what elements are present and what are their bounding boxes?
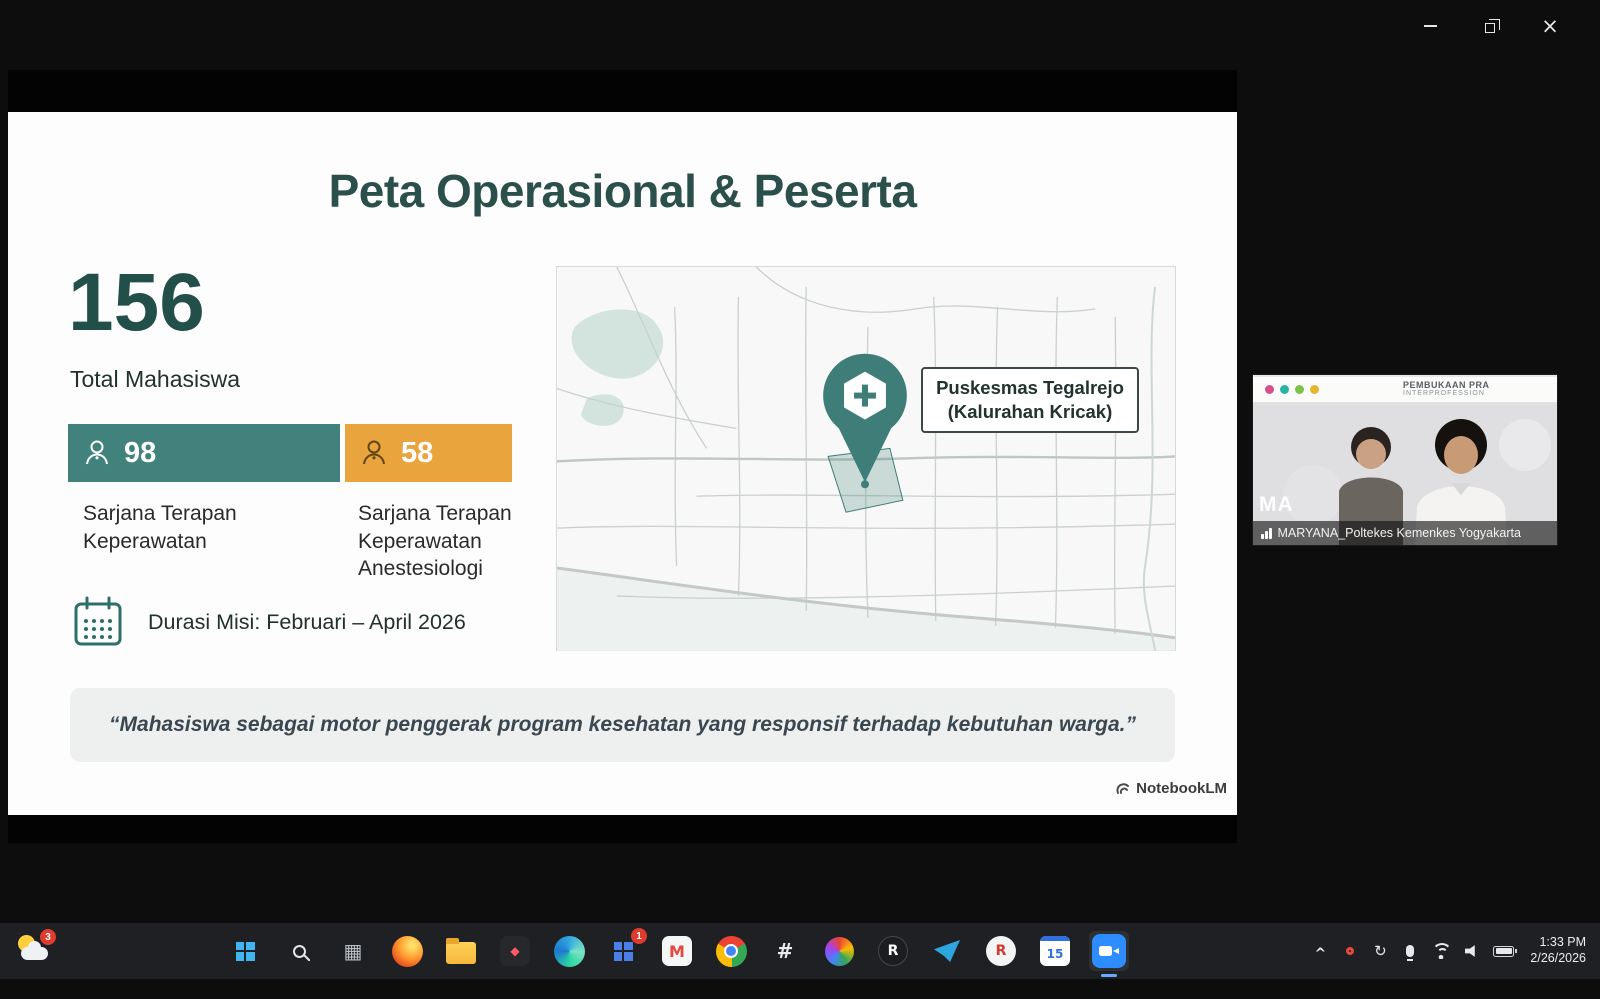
telegram-icon[interactable] [927,931,967,971]
notebooklm-icon [1115,781,1131,797]
cloud-icon [21,947,48,960]
r-app-icon[interactable]: R [981,931,1021,971]
nurse-icon [82,438,112,468]
search-button[interactable] [279,931,319,971]
zoom-app-icon[interactable] [1089,931,1129,971]
calendar-icon [70,594,126,650]
backdrop-text-line1: PEMBUKAAN PRA [1403,380,1490,390]
participant-name-bar: MARYANA_Poltekes Kemenkes Yogyakarta [1253,521,1557,545]
start-button[interactable] [225,931,265,971]
widgets-badge: 3 [40,929,56,945]
app-window-icon-glyph: ▦ [338,936,368,966]
chrome-icon[interactable] [711,931,751,971]
dev-app-icon-glyph: ◆ [500,936,530,966]
anesthesiology-icon [359,438,389,468]
duration-label: Durasi Misi: Februari – April 2026 [148,610,466,635]
stat-box-keperawatan: 98 [68,424,340,482]
hash-app-icon[interactable]: # [765,931,805,971]
edge-icon[interactable] [549,931,589,971]
rstudio-icon[interactable]: R [873,931,913,971]
gmail-icon-glyph: M [662,936,692,966]
tray-volume-icon[interactable] [1463,939,1481,963]
tray-battery-icon[interactable] [1493,939,1514,963]
colorful-app-icon[interactable] [819,931,859,971]
minimize-icon [1424,25,1437,27]
close-icon: × [1541,16,1559,37]
microsoft-app-icon[interactable]: 1 [603,931,643,971]
tray-sync-icon-glyph: ↻ [1374,942,1387,960]
hash-app-icon-glyph: # [770,936,800,966]
duration-row: Durasi Misi: Februari – April 2026 [70,594,466,650]
taskbar-tray: ^↻ 1:33 PM 2/26/2026 [1311,923,1586,979]
total-students-number: 156 [68,262,205,344]
notebooklm-brand: NotebookLM [1115,780,1227,797]
slide-title: Peta Operasional & Peserta [8,164,1237,218]
tray-mic-icon[interactable] [1401,939,1419,963]
shared-screen: Peta Operasional & Peserta 156 Total Mah… [8,70,1237,843]
window-controls: × [1414,12,1566,40]
backdrop-text-line2: INTERPROFESSION [1403,390,1490,397]
stat-label-anestesiologi: Sarjana Terapan Keperawatan Anestesiolog… [358,500,528,583]
taskbar: 3 ▦◆1M#RR15 ^↻ 1:33 PM 2/26/2026 [0,923,1600,979]
map-pin-title: Puskesmas Tegalrejo [933,376,1127,400]
taskbar-center: ▦ ◆ 1M # R R 15 [225,931,1129,971]
map-pin-label: Puskesmas Tegalrejo (Kalurahan Kricak) [921,367,1139,433]
clock-time: 1:33 PM [1539,935,1586,951]
stat-value-anestesiologi: 58 [401,437,433,470]
tray-wifi-icon[interactable] [1431,939,1451,963]
tray-chevron-icon[interactable]: ^ [1311,939,1329,963]
quote-text: “Mahasiswa sebagai motor penggerak progr… [109,713,1136,737]
stat-value-keperawatan: 98 [124,437,156,470]
widgets-weather-button[interactable]: 3 [12,930,60,972]
audio-signal-icon [1261,527,1272,539]
tray-chevron-icon-glyph: ^ [1315,946,1327,962]
map-pin-subtitle: (Kalurahan Kricak) [933,400,1127,424]
tray-record-icon[interactable] [1341,939,1359,963]
restore-icon [1485,23,1495,33]
notebooklm-label: NotebookLM [1136,780,1227,797]
dev-app-icon[interactable]: ◆ [495,931,535,971]
taskbar-tray-icons: ^↻ [1311,939,1514,963]
app-window-icon[interactable]: ▦ [333,931,373,971]
participant-video-tile[interactable]: PEMBUKAAN PRA INTERPROFESSION MA MARYANA… [1253,375,1557,545]
minimize-button[interactable] [1414,12,1446,40]
gmail-icon[interactable]: M [657,931,697,971]
stat-label-keperawatan: Sarjana Terapan Keperawatan [83,500,293,555]
firefox-icon[interactable] [387,931,427,971]
presentation-slide: Peta Operasional & Peserta 156 Total Mah… [8,112,1237,815]
clock-date: 2/26/2026 [1530,951,1586,967]
backdrop-logos [1265,385,1319,394]
close-button[interactable]: × [1534,12,1566,40]
total-students-label: Total Mahasiswa [70,366,240,393]
quote-bar: “Mahasiswa sebagai motor penggerak progr… [70,688,1175,762]
rstudio-icon-glyph: R [878,936,908,966]
stat-box-anestesiologi: 58 [345,424,512,482]
video-watermark-text: MA [1259,493,1294,517]
taskbar-clock[interactable]: 1:33 PM 2/26/2026 [1526,935,1586,966]
participant-name: MARYANA_Poltekes Kemenkes Yogyakarta [1278,526,1521,540]
maximize-button[interactable] [1474,12,1506,40]
video-backdrop-banner: PEMBUKAAN PRA INTERPROFESSION [1253,377,1557,403]
file-explorer-icon[interactable] [441,931,481,971]
calendar-app-icon[interactable]: 15 [1035,931,1075,971]
calendar-app-icon-glyph: 15 [1040,936,1070,966]
slide-map: Puskesmas Tegalrejo (Kalurahan Kricak) [556,266,1176,651]
backdrop-text: PEMBUKAAN PRA INTERPROFESSION [1403,380,1490,397]
map-image [557,267,1175,651]
tray-sync-icon[interactable]: ↻ [1371,939,1389,963]
microsoft-app-icon-badge: 1 [631,928,647,944]
r-app-icon-glyph: R [986,936,1016,966]
